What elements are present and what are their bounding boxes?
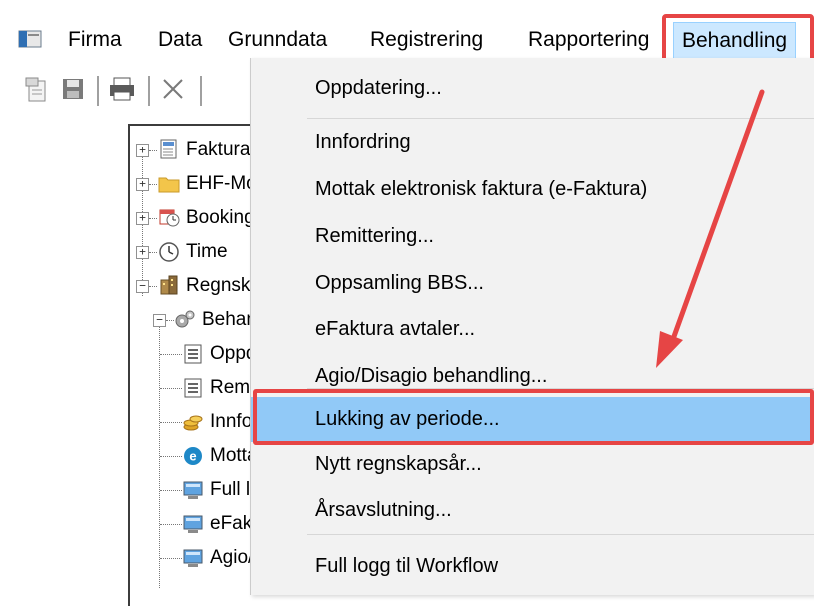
- tree-guide-line: [166, 320, 174, 321]
- tree-guide-line: [149, 184, 157, 185]
- tree-item-full-logg[interactable]: Full lo: [130, 473, 270, 507]
- tree-guide-line: [149, 218, 157, 219]
- menu-item-innfordring[interactable]: Innfordring: [251, 121, 814, 163]
- coins-icon: [183, 415, 203, 431]
- calendar-clock-icon: [159, 209, 180, 227]
- tree-guide-line: [160, 422, 182, 423]
- svg-text:e: e: [189, 449, 196, 464]
- menu-firma[interactable]: Firma: [60, 22, 130, 58]
- menu-item-remittering[interactable]: Remittering...: [251, 215, 814, 257]
- document-list-icon: [184, 378, 202, 398]
- menu-rapportering[interactable]: Rapportering: [520, 22, 657, 58]
- expand-icon[interactable]: +: [136, 144, 149, 157]
- menu-grunndata[interactable]: Grunndata: [220, 22, 335, 58]
- tree-item-agio[interactable]: Agio/D: [130, 541, 270, 575]
- tree-guide-line: [160, 354, 182, 355]
- gears-icon: [175, 310, 195, 328]
- tree-item-faktura[interactable]: + Faktura: [130, 133, 270, 167]
- navigation-tree: + Faktura + EHF-Monitor + Booking + Time…: [128, 124, 294, 606]
- expand-icon[interactable]: +: [136, 212, 149, 225]
- tree-item-booking[interactable]: + Booking: [130, 201, 270, 235]
- tree-item-efaktura[interactable]: eFaktu: [130, 507, 270, 541]
- tree-guide-line: [149, 252, 157, 253]
- collapse-icon[interactable]: −: [136, 280, 149, 293]
- menu-item-full-logg-workflow[interactable]: Full logg til Workflow: [251, 545, 814, 587]
- menu-item-arsavslutning[interactable]: Årsavslutning...: [251, 489, 814, 531]
- tree-item-label: Time: [186, 241, 228, 262]
- tree-item-ehf-monitor[interactable]: + EHF-Monitor: [130, 167, 294, 201]
- tree-guide-line: [160, 388, 182, 389]
- tree-item-oppdatering[interactable]: Oppda: [130, 337, 270, 371]
- menu-item-nytt-regnskapsar[interactable]: Nytt regnskapsår...: [251, 443, 814, 485]
- tree-guide-line: [149, 150, 157, 151]
- tree-guide-line: [160, 456, 182, 457]
- monitor-icon: [183, 481, 203, 499]
- tree-item-behandling[interactable]: − Behandlin: [130, 303, 287, 337]
- app-window-icon[interactable]: [18, 29, 42, 49]
- monitor-icon: [183, 549, 203, 567]
- toolbar: [0, 62, 250, 118]
- collapse-icon[interactable]: −: [153, 314, 166, 327]
- e-icon: e: [184, 447, 202, 465]
- menu-registrering[interactable]: Registrering: [362, 22, 491, 58]
- invoice-icon: [160, 139, 177, 159]
- tree-item-time[interactable]: + Time: [130, 235, 270, 269]
- toolbar-separator: [148, 76, 150, 106]
- delete-icon[interactable]: [158, 74, 188, 104]
- toolbar-separator: [200, 76, 202, 106]
- tree-item-regnskap[interactable]: − Regnskap: [130, 269, 272, 303]
- menu-item-oppdatering[interactable]: Oppdatering...: [251, 67, 814, 109]
- menu-separator: [307, 534, 814, 535]
- menu-item-mottak-efaktura[interactable]: Mottak elektronisk faktura (e-Faktura): [251, 168, 814, 210]
- tree-item-label: Booking: [186, 207, 255, 228]
- clock-icon: [159, 242, 179, 262]
- document-list-icon: [184, 344, 202, 364]
- folder-icon: [158, 177, 180, 193]
- tree-guide-line: [160, 558, 182, 559]
- building-icon: [160, 275, 178, 295]
- expand-icon[interactable]: +: [136, 178, 149, 191]
- toolbar-separator: [97, 76, 99, 106]
- tree-guide-line: [160, 524, 182, 525]
- tree-guide-line: [160, 490, 182, 491]
- tree-item-mottak[interactable]: e Motta: [130, 439, 270, 473]
- tree-item-innfordring[interactable]: Innfor: [130, 405, 270, 439]
- expand-icon[interactable]: +: [136, 246, 149, 259]
- tree-guide-line: [149, 286, 157, 287]
- tree-item-remittering[interactable]: Remitt: [130, 371, 270, 405]
- monitor-icon: [183, 515, 203, 533]
- save-icon[interactable]: [58, 74, 88, 104]
- new-document-icon[interactable]: [22, 74, 52, 104]
- annotation-highlight-item: [253, 389, 814, 445]
- menu-data[interactable]: Data: [150, 22, 210, 58]
- menu-separator: [307, 118, 814, 119]
- menu-item-oppsamling-bbs[interactable]: Oppsamling BBS...: [251, 262, 814, 304]
- tree-item-label: Faktura: [186, 139, 251, 160]
- menu-item-efaktura-avtaler[interactable]: eFaktura avtaler...: [251, 308, 814, 350]
- print-icon[interactable]: [107, 74, 137, 104]
- behandling-dropdown-menu: Oppdatering... Innfordring Mottak elektr…: [250, 58, 814, 595]
